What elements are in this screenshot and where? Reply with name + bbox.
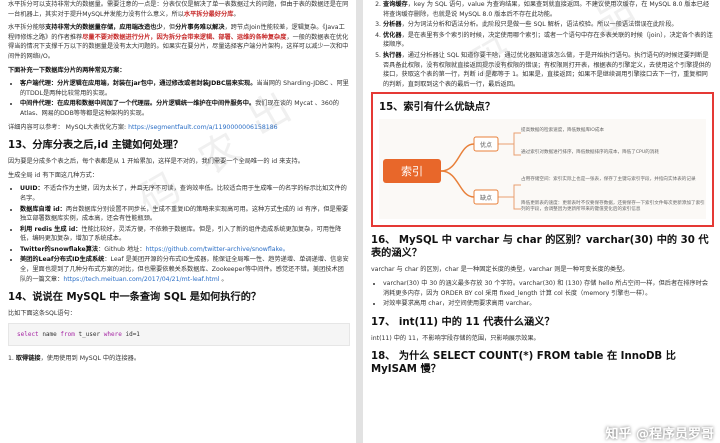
heading-17: 17、 int(11) 中的 11 代表什么涵义？ — [371, 316, 555, 328]
list-item: 对效率要求高用 char，对空间使用要求高用 varchar。 — [383, 299, 714, 309]
sql-steps-list: 查询缓存，key 为 SQL 语句，value 为查询结果，如果查到就直接返回。… — [371, 0, 714, 89]
heading-14: 14、说说在 MySQL 中一条查询 SQL 是如何执行的？ — [8, 292, 262, 304]
list-item: 优化器，是在表里有多个索引的时候，决定使用哪个索引；或者一个语句中存在多表关联的… — [383, 31, 714, 50]
id-methods-list: UUID：不适合作为主键，因为太长了，并且无序不可读，查询效率低。比较适合用于生… — [8, 184, 350, 284]
mind-adv-1: 提高数据的检索速度，降低数据库IO成本 — [521, 128, 605, 134]
para-17: int(11) 中的 11，不影响字段存储的范围，只影响展示效果。 — [371, 334, 540, 342]
varchar-list: varchar(30) 中 30 的涵义最多存放 30 个字符。varchar(… — [371, 279, 714, 309]
list-item: 执行器，通过分析器让 SQL 知道你要干啥，通过优化器知道该怎么做，于是开始执行… — [383, 51, 714, 89]
sql-code-block: select name from t_user where id=1 — [8, 322, 350, 347]
list-item: 利用 redis 生成 id：性能比较好，灵活方便，不依赖于数据库。但是，引入了… — [20, 225, 350, 244]
para-13-2: 生成全局 id 有下面这几种方式： — [8, 171, 99, 179]
left-page: 水平拆分可以支持非常大的数据量。需要注意的一点是：分表仅仅是解决了单一表数据过大… — [0, 0, 356, 443]
step-1: 1. 取得链接，使用使用到 MySQL 中的连接器。 — [8, 355, 141, 363]
list-item: 分析器，分为词法分析和语法分析。此阶段只是做一些 SQL 解析，语法校验。所以一… — [383, 20, 714, 30]
heading-15: 15、索引有什么优缺点？ — [379, 102, 496, 114]
mind-dis-2: 降低更新表的速度：更新表时不仅要保存数据，还要保存一下索引文件每次更新添加了索引… — [521, 201, 705, 213]
para-split-pros-cons: 水平拆分能够支持非常大的数据量存储，应用端改造也少，但分片事务难以解决，跨节点J… — [8, 24, 349, 60]
list-item: 数据库自增 id：两台数据库分别设置不同步长，生成不重复ID的策略来实现高可用。… — [20, 205, 350, 224]
list-item: 查询缓存，key 为 SQL 语句，value 为查询结果，如果查到就直接返回。… — [383, 0, 714, 19]
list-item: varchar(30) 中 30 的涵义最多存放 30 个字符。varchar(… — [383, 279, 714, 298]
mind-dis-label: 缺点 — [480, 194, 492, 202]
snowflake-link[interactable]: https://github.com/twitter-archive/snowf… — [146, 246, 289, 253]
para-16: varchar 与 char 的区别，char 是一种固定长度的类型，varch… — [371, 266, 629, 274]
list-item: 美团的Leaf分布式ID生成系统：Leaf 是美团开源的分布式ID生成器，能保证… — [20, 255, 350, 284]
heading-18: 18、 为什么 SELECT COUNT(*) FROM table 在 Inn… — [371, 351, 676, 376]
leaf-link[interactable]: https://tech.meituan.com/2017/04/21/mt-l… — [63, 276, 219, 283]
split-schemes-list: 客户端代理：分片逻辑在应用端，封装在jar包中，通过修改或者封装JDBC层来实现… — [8, 79, 350, 118]
para-13-1: 因为要是分成多个表之后，每个表都是从 1 开始累加，这样是不对的，我们需要一个全… — [8, 158, 304, 166]
highlight-box-15: 15、索引有什么优缺点？ 索引 优点 缺点 提高数据的检索速度，降低数据库IO成… — [371, 92, 714, 228]
mind-adv-label: 优点 — [480, 141, 492, 149]
list-item: UUID：不适合作为主键，因为太长了，并且无序不可读，查询效率低。比较适合用于生… — [20, 184, 350, 203]
para-horizontal-split: 水平拆分可以支持非常大的数据量。需要注意的一点是：分表仅仅是解决了单一表数据过大… — [8, 1, 349, 18]
mind-adv-2: 通过索引对数据进行排序，降低数据排序的成本，降低了CPU的消耗 — [521, 150, 659, 156]
list-item: 中间件代理：在应用和数据中间加了一个代理层。分片逻辑统一维护在中间件服务中。我们… — [20, 99, 350, 118]
reference-line: 详细内容可以参考： MySQL大表优化方案: https://segmentfa… — [8, 123, 278, 131]
heading-16: 16、 MySQL 中 varchar 与 char 的区别？varchar(3… — [371, 235, 709, 260]
mind-dis-1: 占用存储空间：索引实际上也是一张表，保存了主键与索引字段，并指向实体表的记录 — [521, 177, 696, 183]
split-schemes-title: 下面补充一下数据库分片的两种常见方案： — [8, 66, 126, 74]
page-gutter — [356, 0, 363, 443]
list-item: 客户端代理：分片逻辑在应用端，封装在jar包中，通过修改或者封装JDBC层来实现… — [20, 79, 350, 98]
right-page: 查询缓存，key 为 SQL 语句，value 为查询结果，如果查到就直接返回。… — [363, 0, 720, 443]
mind-root-label: 索引 — [401, 164, 423, 178]
list-item: Twitter的snowflake算法：Github 地址：https://gi… — [20, 245, 350, 255]
zhihu-watermark: 知乎 @程序员罗哥 — [605, 427, 714, 443]
mind-map: 索引 优点 缺点 提高数据的检索速度，降低数据库IO成本 通过索引对数据进行排序… — [379, 119, 706, 220]
para-14: 比如下面这条SQL语句： — [8, 310, 76, 318]
heading-13: 13、分库分表之后,id 主键如何处理？ — [8, 140, 184, 152]
reference-link[interactable]: https://segmentfault.com/a/1190000006158… — [128, 124, 278, 131]
document-viewer: 水平拆分可以支持非常大的数据量。需要注意的一点是：分表仅仅是解决了单一表数据过大… — [0, 0, 720, 443]
